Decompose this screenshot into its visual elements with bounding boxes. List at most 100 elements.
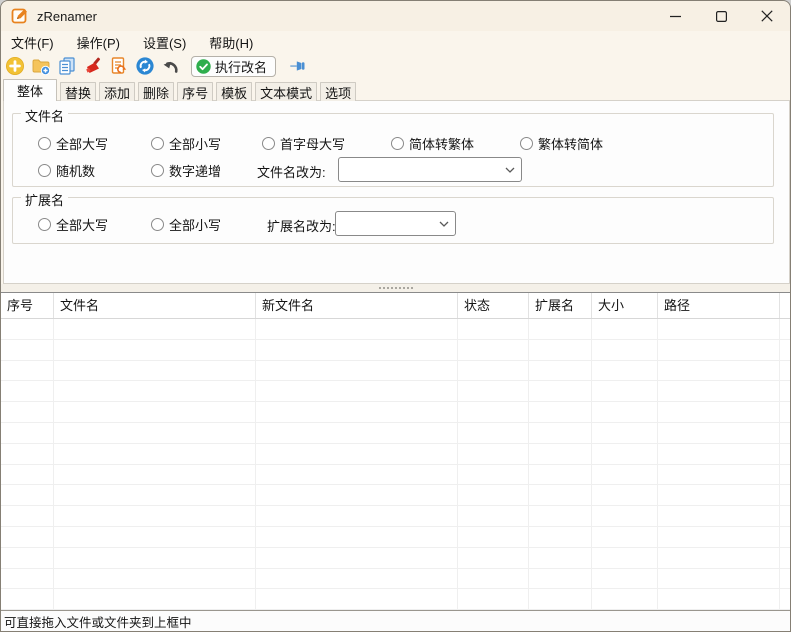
table-row — [1, 423, 790, 444]
radio-random-number[interactable]: 随机数 — [38, 161, 95, 180]
radio-label: 繁体转简体 — [538, 134, 603, 153]
execute-rename-button[interactable]: 执行改名 — [191, 56, 276, 77]
table-row — [1, 548, 790, 569]
app-pencil-square-icon — [11, 7, 29, 25]
filename-change-to-combobox[interactable] — [338, 157, 522, 182]
radio-dot — [151, 137, 164, 150]
filename-group-title: 文件名 — [21, 106, 68, 125]
table-header: 序号 文件名 新文件名 状态 扩展名 大小 路径 — [1, 293, 790, 319]
radio-label: 全部小写 — [169, 134, 221, 153]
extension-change-to-label: 扩展名改为: — [267, 216, 336, 235]
column-header-path[interactable]: 路径 — [658, 293, 780, 318]
tab-replace[interactable]: 替换 — [60, 82, 96, 101]
pushpin-icon[interactable] — [286, 56, 308, 76]
column-header-index[interactable]: 序号 — [1, 293, 54, 318]
menu-settings[interactable]: 设置(S) — [135, 31, 194, 54]
radio-label: 全部大写 — [56, 215, 108, 234]
column-header-extension[interactable]: 扩展名 — [529, 293, 592, 318]
column-header-blank — [780, 293, 790, 318]
radio-filename-lowercase[interactable]: 全部小写 — [151, 134, 221, 153]
column-header-status[interactable]: 状态 — [458, 293, 529, 318]
tab-text-mode[interactable]: 文本模式 — [255, 82, 317, 101]
table-row — [1, 527, 790, 548]
radio-dot — [151, 164, 164, 177]
sync-icon[interactable] — [135, 56, 155, 76]
table-row — [1, 444, 790, 465]
radio-number-increment[interactable]: 数字递增 — [151, 161, 221, 180]
table-row — [1, 319, 790, 340]
radio-extension-lowercase[interactable]: 全部小写 — [151, 215, 221, 234]
filename-change-to-label: 文件名改为: — [257, 162, 326, 181]
tab-add[interactable]: 添加 — [99, 82, 135, 101]
close-icon[interactable] — [744, 1, 790, 31]
table-row — [1, 465, 790, 486]
splitter-handle[interactable] — [1, 284, 790, 292]
radio-label: 数字递增 — [169, 161, 221, 180]
radio-label: 首字母大写 — [280, 134, 345, 153]
table-row — [1, 361, 790, 382]
check-circle-icon — [196, 59, 211, 74]
window-controls — [652, 1, 790, 31]
execute-rename-label: 执行改名 — [215, 57, 267, 76]
tab-delete[interactable]: 删除 — [138, 82, 174, 101]
undo-icon[interactable] — [161, 56, 181, 76]
table-row — [1, 381, 790, 402]
tab-number[interactable]: 序号 — [177, 82, 213, 101]
filename-groupbox: 文件名 全部大写 全部小写 首字母大写 简体转繁体 繁体转简体 — [12, 113, 774, 187]
radio-filename-uppercase[interactable]: 全部大写 — [38, 134, 108, 153]
extension-change-to-combobox[interactable] — [335, 211, 456, 236]
tab-template[interactable]: 模板 — [216, 82, 252, 101]
radio-label: 简体转繁体 — [409, 134, 474, 153]
column-header-filename[interactable]: 文件名 — [54, 293, 256, 318]
table-row — [1, 569, 790, 590]
table-row — [1, 402, 790, 423]
menubar: 文件(F) 操作(P) 设置(S) 帮助(H) — [1, 31, 790, 53]
tabstrip: 整体 替换 添加 删除 序号 模板 文本模式 选项 — [3, 79, 359, 101]
table-row — [1, 485, 790, 506]
file-table[interactable]: 序号 文件名 新文件名 状态 扩展名 大小 路径 — [1, 292, 790, 610]
column-header-size[interactable]: 大小 — [592, 293, 658, 318]
add-folder-icon[interactable] — [31, 56, 51, 76]
refresh-names-icon[interactable] — [109, 56, 129, 76]
app-window: zRenamer 文件(F) 操作(P) 设置(S) 帮助(H) — [0, 0, 791, 632]
radio-dot — [38, 218, 51, 231]
radio-simplified-to-traditional[interactable]: 简体转繁体 — [391, 134, 474, 153]
add-files-icon[interactable] — [5, 56, 25, 76]
titlebar: zRenamer — [1, 1, 790, 31]
extension-groupbox: 扩展名 全部大写 全部小写 扩展名改为: — [12, 197, 774, 244]
menu-operate[interactable]: 操作(P) — [69, 31, 128, 54]
minimize-icon[interactable] — [652, 1, 698, 31]
radio-traditional-to-simplified[interactable]: 繁体转简体 — [520, 134, 603, 153]
radio-dot — [151, 218, 164, 231]
statusbar: 可直接拖入文件或文件夹到上框中 — [1, 610, 790, 631]
table-body[interactable] — [1, 319, 790, 610]
table-row — [1, 340, 790, 361]
menu-file[interactable]: 文件(F) — [3, 31, 62, 54]
status-text: 可直接拖入文件或文件夹到上框中 — [1, 612, 192, 631]
clear-list-icon[interactable] — [83, 56, 103, 76]
radio-extension-uppercase[interactable]: 全部大写 — [38, 215, 108, 234]
column-header-new-filename[interactable]: 新文件名 — [256, 293, 458, 318]
radio-dot — [38, 137, 51, 150]
radio-label: 随机数 — [56, 161, 95, 180]
table-row — [1, 589, 790, 610]
radio-label: 全部大写 — [56, 134, 108, 153]
radio-filename-capitalize[interactable]: 首字母大写 — [262, 134, 345, 153]
radio-dot — [520, 137, 533, 150]
maximize-icon[interactable] — [698, 1, 744, 31]
file-list-icon[interactable] — [57, 56, 77, 76]
chevron-down-icon — [499, 167, 521, 173]
menu-help[interactable]: 帮助(H) — [201, 31, 261, 54]
table-row — [1, 506, 790, 527]
radio-dot — [262, 137, 275, 150]
radio-dot — [391, 137, 404, 150]
splitter-grip-icon — [379, 287, 413, 289]
tab-options[interactable]: 选项 — [320, 82, 356, 101]
tab-whole[interactable]: 整体 — [3, 79, 57, 101]
window-title: zRenamer — [37, 9, 97, 24]
chevron-down-icon — [433, 221, 455, 227]
extension-group-title: 扩展名 — [21, 190, 68, 209]
radio-label: 全部小写 — [169, 215, 221, 234]
toolbar: 执行改名 — [1, 53, 790, 79]
tabpage-whole: 文件名 全部大写 全部小写 首字母大写 简体转繁体 繁体转简体 — [3, 100, 790, 284]
